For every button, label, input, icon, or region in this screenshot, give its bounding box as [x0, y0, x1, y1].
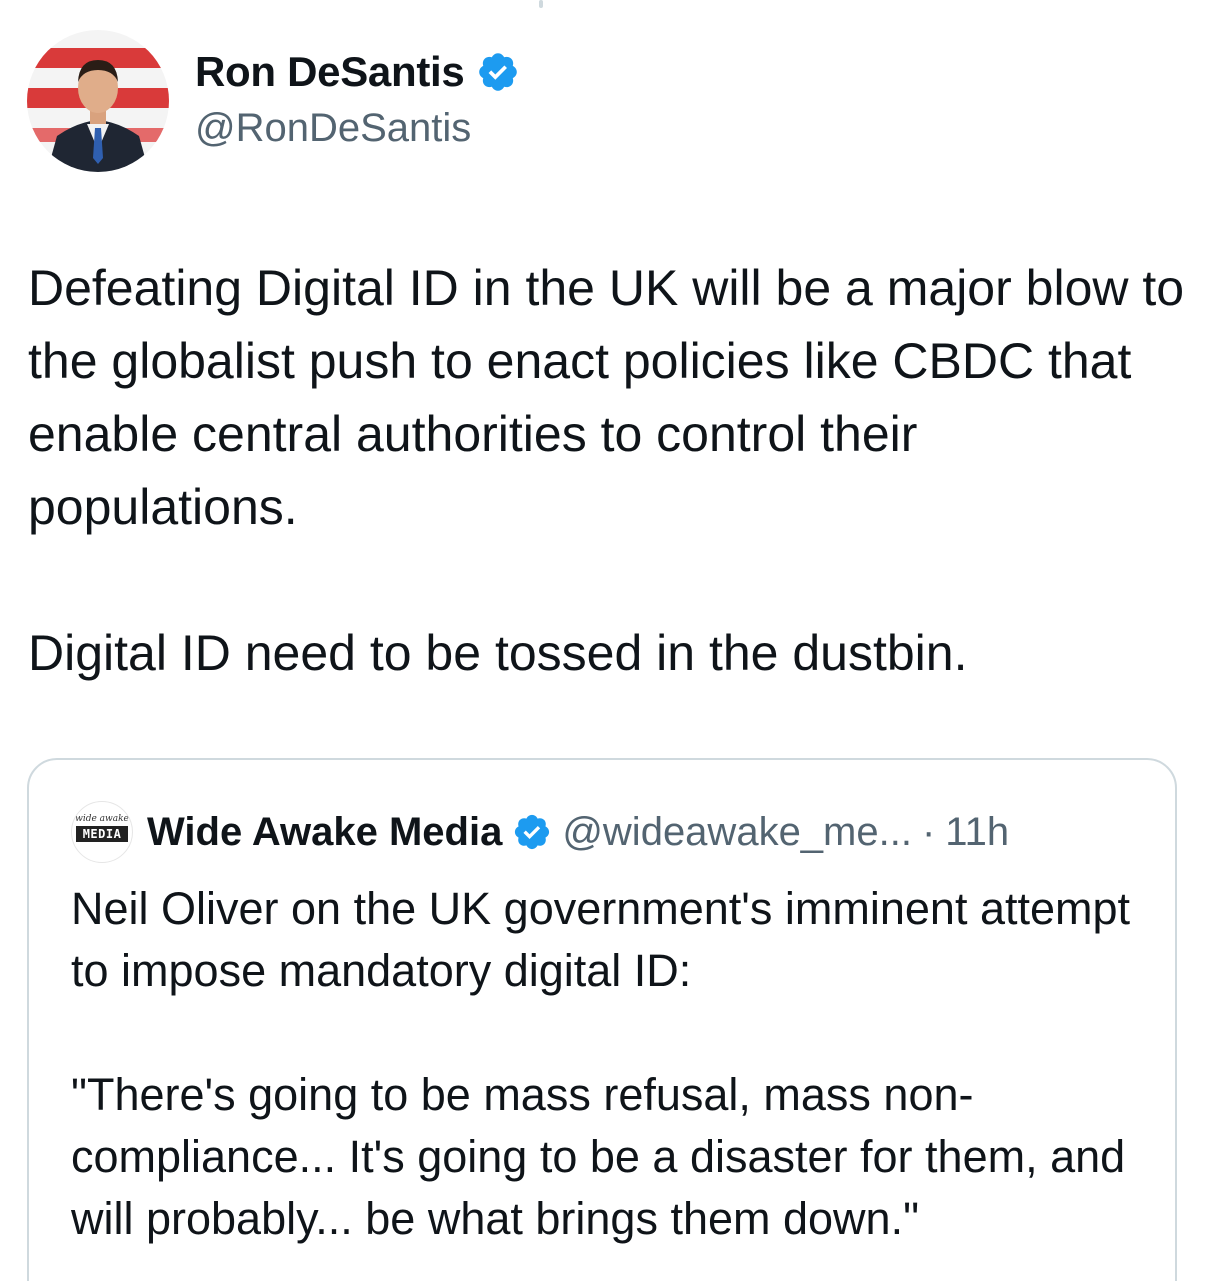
profile-photo-icon: [27, 30, 169, 172]
quoted-tweet-paragraph: Neil Oliver on the UK government's immin…: [71, 883, 1131, 996]
quoted-tweet-timestamp[interactable]: 11h: [945, 810, 1009, 855]
timestamp-separator: ·: [921, 809, 936, 854]
quoted-author-avatar[interactable]: wide awake MEDIA: [71, 801, 133, 863]
author-handle[interactable]: @RonDeSantis: [195, 106, 471, 151]
verified-badge-icon[interactable]: [476, 50, 520, 94]
verified-badge-icon: [512, 812, 552, 852]
logo-wordmark-bar: MEDIA: [76, 826, 128, 842]
quoted-tweet-header: wide awake MEDIA Wide Awake Media @widea…: [71, 801, 1009, 863]
author-name-row: Ron DeSantis: [195, 44, 520, 100]
quoted-author-handle[interactable]: @wideawake_me...: [562, 810, 912, 855]
quoted-tweet-card[interactable]: wide awake MEDIA Wide Awake Media @widea…: [27, 758, 1177, 1281]
tweet-paragraph: Defeating Digital ID in the UK will be a…: [28, 260, 1185, 535]
thread-connector-line: [539, 0, 543, 8]
tweet-screen: Ron DeSantis @RonDeSantis Defeating Digi…: [0, 0, 1206, 1281]
tweet-paragraph: Digital ID need to be tossed in the dust…: [28, 625, 968, 681]
author-display-name[interactable]: Ron DeSantis: [195, 48, 465, 96]
quoted-tweet-paragraph: "There's going to be mass refusal, mass …: [71, 1069, 1126, 1244]
tweet-body: Defeating Digital ID in the UK will be a…: [28, 252, 1188, 690]
author-avatar[interactable]: [27, 30, 169, 172]
logo-wordmark-top: wide awake: [75, 814, 129, 824]
quoted-author-name[interactable]: Wide Awake Media: [147, 810, 502, 855]
quoted-tweet-body: Neil Oliver on the UK government's immin…: [71, 878, 1151, 1250]
